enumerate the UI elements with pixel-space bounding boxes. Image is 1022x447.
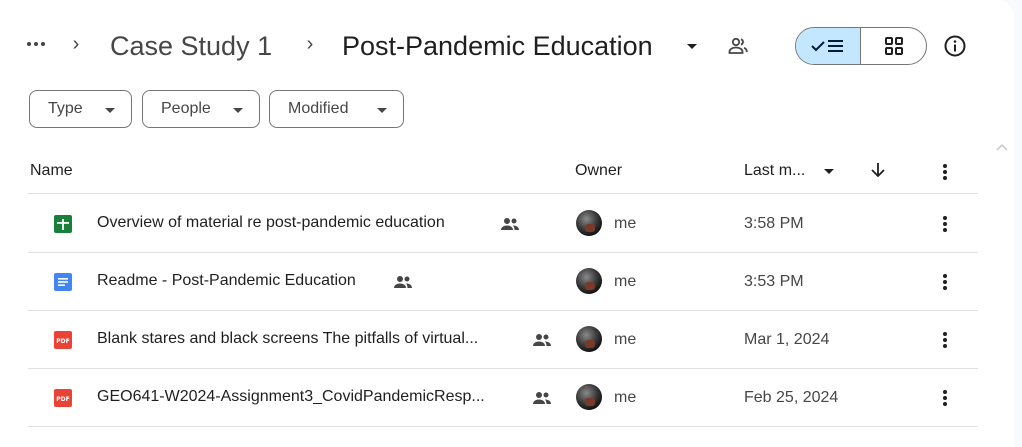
check-list-icon <box>811 40 843 52</box>
sort-direction-arrow-icon[interactable] <box>868 160 888 180</box>
modified-date: 3:53 PM <box>744 273 804 290</box>
owner-name: me <box>614 389 637 406</box>
file-name[interactable]: Readme - Post-Pandemic Education <box>97 272 356 290</box>
svg-text:PDF: PDF <box>56 396 69 403</box>
more-actions-kebab-icon[interactable] <box>933 270 957 294</box>
table-row[interactable]: PDF Blank stares and black screens The p… <box>28 311 978 369</box>
list-view-button[interactable] <box>796 28 861 64</box>
more-breadcrumbs-button[interactable] <box>22 30 50 58</box>
caret-down-icon[interactable] <box>824 169 834 174</box>
table-row[interactable]: Readme - Post-Pandemic Education me 3:53… <box>28 253 978 311</box>
people-filter-chip[interactable]: People <box>142 90 260 128</box>
type-filter-chip[interactable]: Type <box>29 90 132 128</box>
pdf-icon: PDF <box>54 389 72 407</box>
modified-date: 3:58 PM <box>744 215 804 232</box>
modified-filter-chip[interactable]: Modified <box>269 90 404 128</box>
file-name[interactable]: Blank stares and black screens The pitfa… <box>97 330 478 348</box>
folder-menu-caret-icon[interactable] <box>687 44 697 49</box>
shared-icon <box>394 276 412 288</box>
caret-down-icon <box>233 108 243 113</box>
breadcrumb-parent[interactable]: Case Study 1 <box>110 28 272 64</box>
scroll-up-arrow-icon[interactable] <box>996 142 1008 152</box>
docs-icon <box>54 273 72 291</box>
grid-view-button[interactable] <box>861 28 926 64</box>
header: › Case Study 1 › Post-Pandemic Education <box>0 24 1000 68</box>
shared-icon <box>533 392 551 404</box>
avatar <box>576 384 602 410</box>
modified-date: Feb 25, 2024 <box>744 389 839 406</box>
avatar <box>576 210 602 236</box>
file-name[interactable]: GEO641-W2024-Assignment3_CovidPandemicRe… <box>97 388 485 406</box>
svg-text:PDF: PDF <box>56 338 69 345</box>
caret-down-icon <box>105 108 115 113</box>
sheets-icon <box>54 215 72 233</box>
breadcrumb-current[interactable]: Post-Pandemic Education <box>342 28 653 64</box>
more-actions-kebab-icon[interactable] <box>933 386 957 410</box>
shared-people-icon[interactable] <box>726 34 750 58</box>
table-header: Name Owner Last m... <box>28 150 978 194</box>
modified-filter-label: Modified <box>288 100 349 117</box>
main-panel: › Case Study 1 › Post-Pandemic Education <box>0 0 1014 447</box>
modified-date: Mar 1, 2024 <box>744 331 830 348</box>
pdf-icon: PDF <box>54 331 72 349</box>
column-options-kebab-icon[interactable] <box>933 160 957 184</box>
table-row[interactable]: PDF GEO641-W2024-Assignment3_CovidPandem… <box>28 369 978 427</box>
shared-icon <box>533 334 551 346</box>
caret-down-icon <box>377 108 387 113</box>
last-modified-column-header[interactable]: Last m... <box>744 162 805 180</box>
type-filter-label: Type <box>48 100 83 117</box>
owner-name: me <box>614 215 637 232</box>
name-column-header[interactable]: Name <box>30 162 73 180</box>
file-name[interactable]: Overview of material re post-pandemic ed… <box>97 214 445 232</box>
people-filter-label: People <box>161 100 211 117</box>
avatar <box>576 326 602 352</box>
owner-name: me <box>614 273 637 290</box>
avatar <box>576 268 602 294</box>
owner-name: me <box>614 331 637 348</box>
view-toggle <box>795 27 927 65</box>
chevron-right-icon: › <box>72 33 80 55</box>
owner-column-header[interactable]: Owner <box>575 162 622 180</box>
table-row[interactable]: Overview of material re post-pandemic ed… <box>28 195 978 253</box>
shared-icon <box>501 218 519 230</box>
info-icon[interactable] <box>943 34 967 58</box>
more-actions-kebab-icon[interactable] <box>933 212 957 236</box>
more-actions-kebab-icon[interactable] <box>933 328 957 352</box>
chevron-right-icon: › <box>306 33 314 55</box>
grid-icon <box>884 37 903 55</box>
